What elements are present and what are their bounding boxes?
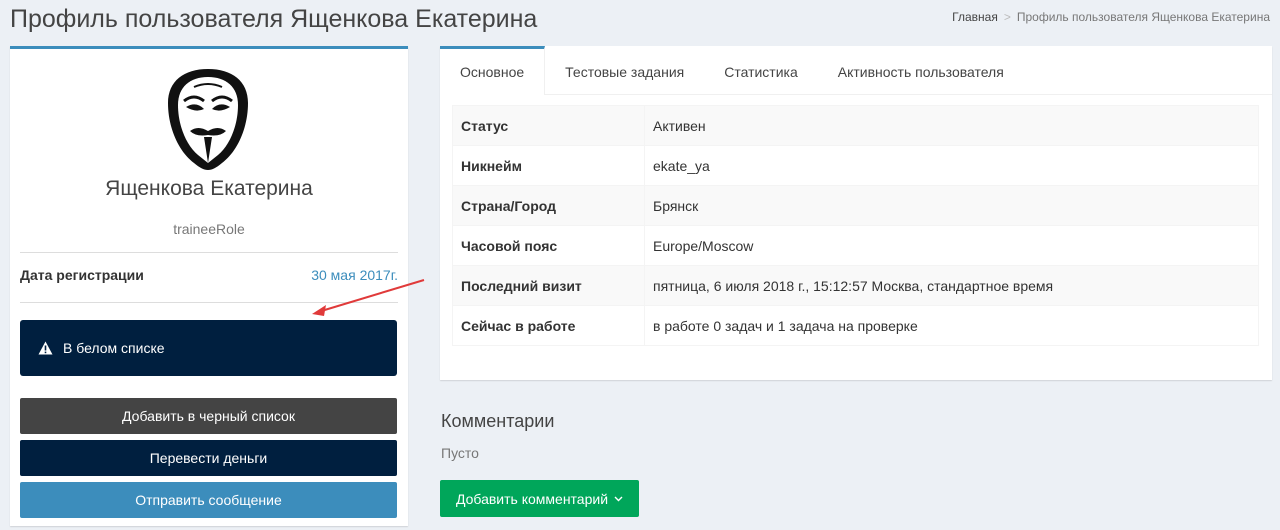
breadcrumb-separator: >: [1003, 10, 1011, 24]
avatar: [168, 69, 248, 170]
row-key: Часовой пояс: [452, 225, 645, 266]
profile-name: Ященкова Екатерина: [105, 177, 313, 200]
breadcrumb: Главная > Профиль пользователя Ященкова …: [952, 10, 1270, 24]
add-comment-button[interactable]: Добавить комментарий: [440, 480, 639, 517]
row-value: ekate_ya: [644, 145, 1259, 186]
row-key: Никнейм: [452, 145, 645, 186]
row-key: Страна/Город: [452, 185, 645, 226]
row-value: Europe/Moscow: [644, 225, 1259, 266]
whitelist-alert: В белом списке: [20, 320, 397, 376]
tab-user-activity[interactable]: Активность пользователя: [818, 46, 1024, 95]
row-value: в работе 0 задач и 1 задача на проверке: [644, 305, 1259, 346]
profile-role: traineeRole: [173, 221, 245, 237]
chevron-down-icon: [614, 496, 623, 501]
profile-tabs-panel: Основное Тестовые задания Статистика Акт…: [440, 46, 1272, 380]
table-row: Страна/Город Брянск: [452, 185, 1259, 226]
breadcrumb-current: Профиль пользователя Ященкова Екатерина: [1016, 10, 1270, 24]
tab-main[interactable]: Основное: [440, 46, 546, 95]
transfer-money-button[interactable]: Перевести деньги: [20, 440, 397, 476]
breadcrumb-home-link[interactable]: Главная: [952, 10, 998, 24]
tab-test-tasks[interactable]: Тестовые задания: [545, 46, 704, 95]
add-to-blacklist-button[interactable]: Добавить в черный список: [20, 398, 397, 434]
warning-icon: [38, 341, 53, 355]
row-key: Сейчас в работе: [452, 305, 645, 346]
comments-title: Комментарии: [441, 411, 555, 431]
page-title: Профиль пользователя Ященкова Екатерина: [10, 5, 538, 33]
user-info-table: Статус Активен Никнейм ekate_ya Страна/Г…: [452, 105, 1259, 346]
row-value: Брянск: [644, 185, 1259, 226]
row-key: Статус: [452, 105, 645, 146]
whitelist-label: В белом списке: [63, 340, 165, 356]
row-value: пятница, 6 июля 2018 г., 15:12:57 Москва…: [644, 265, 1259, 306]
table-row: Часовой пояс Europe/Moscow: [452, 225, 1259, 266]
add-comment-label: Добавить комментарий: [455, 490, 609, 507]
send-message-button[interactable]: Отправить сообщение: [20, 482, 397, 518]
table-row: Сейчас в работе в работе 0 задач и 1 зад…: [452, 305, 1259, 346]
registration-label: Дата регистрации: [20, 267, 144, 283]
table-row: Никнейм ekate_ya: [452, 145, 1259, 186]
table-row: Статус Активен: [452, 105, 1259, 146]
row-value: Активен: [644, 105, 1259, 146]
tab-statistics[interactable]: Статистика: [704, 46, 818, 95]
tab-bar: Основное Тестовые задания Статистика Акт…: [440, 46, 1272, 95]
comments-empty-text: Пусто: [441, 445, 479, 461]
table-row: Последний визит пятница, 6 июля 2018 г.,…: [452, 265, 1259, 306]
divider: [20, 252, 398, 253]
red-arrow-icon: [312, 279, 425, 316]
row-key: Последний визит: [452, 265, 645, 306]
